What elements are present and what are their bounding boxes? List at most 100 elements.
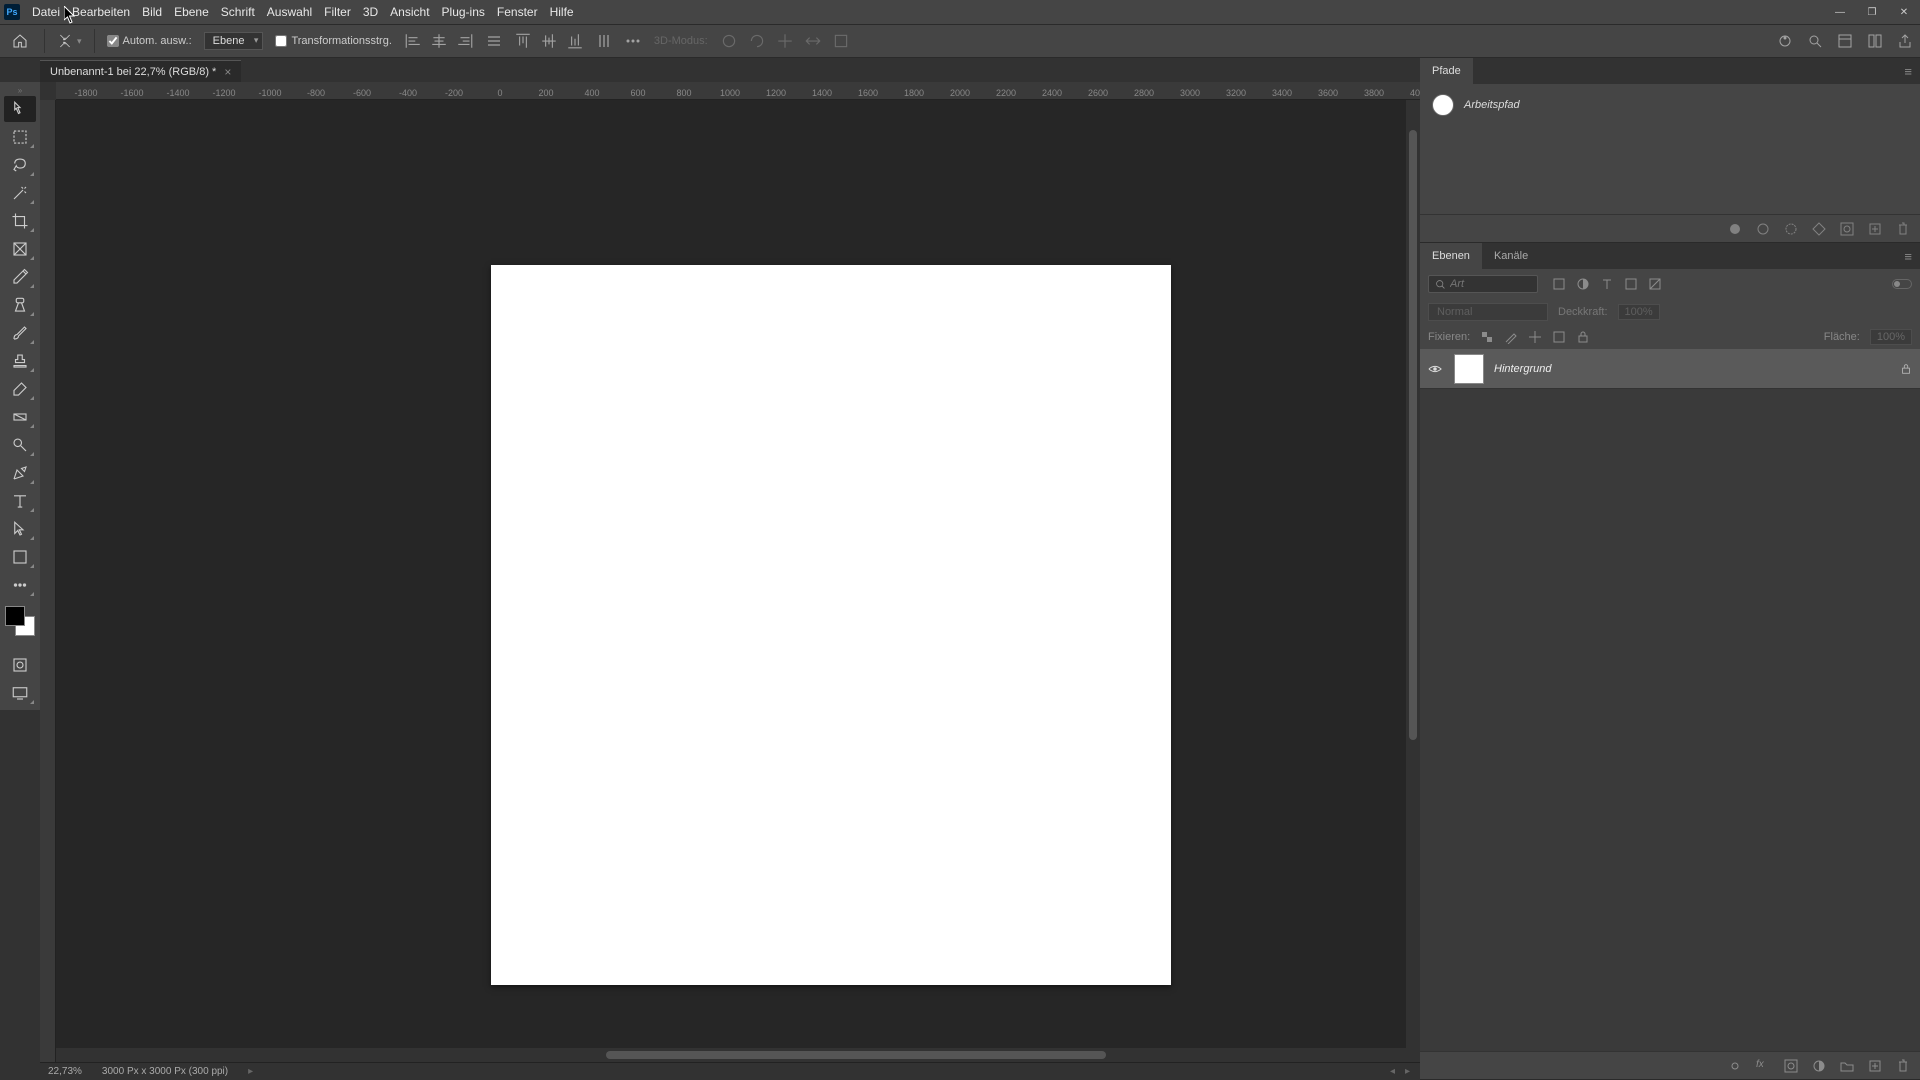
filter-adjust-icon[interactable] xyxy=(1576,277,1590,291)
layer-search-input[interactable] xyxy=(1450,278,1520,290)
tab-paths[interactable]: Pfade xyxy=(1420,58,1473,84)
opacity-value[interactable]: 100% xyxy=(1618,304,1660,320)
foreground-color-swatch[interactable] xyxy=(5,606,25,626)
lock-artboard-icon[interactable] xyxy=(1552,330,1566,344)
menu-bearbeiten[interactable]: Bearbeiten xyxy=(66,0,136,24)
menu-hilfe[interactable]: Hilfe xyxy=(544,0,580,24)
transform-controls-checkbox[interactable]: Transformationsstrg. xyxy=(275,35,391,47)
pen-tool[interactable] xyxy=(4,460,36,486)
blend-mode-dropdown[interactable]: Normal xyxy=(1428,303,1548,321)
tab-layers[interactable]: Ebenen xyxy=(1420,243,1482,269)
home-button[interactable] xyxy=(8,29,32,53)
filter-shape-icon[interactable] xyxy=(1624,277,1638,291)
menu-filter[interactable]: Filter xyxy=(318,0,357,24)
brush-tool[interactable] xyxy=(4,320,36,346)
next-icon[interactable]: ▸ xyxy=(1405,1066,1410,1077)
layer-list[interactable]: Hintergrund xyxy=(1420,349,1920,1051)
scrollbar-vertical[interactable] xyxy=(1406,100,1420,1048)
crop-tool[interactable] xyxy=(4,208,36,234)
type-tool[interactable] xyxy=(4,488,36,514)
layer-fx-icon[interactable]: fx xyxy=(1756,1059,1770,1073)
gradient-tool[interactable] xyxy=(4,404,36,430)
canvas-viewport[interactable] xyxy=(56,100,1420,1062)
fill-value[interactable]: 100% xyxy=(1870,329,1912,345)
align-left-icon[interactable] xyxy=(404,32,422,50)
filter-smart-icon[interactable] xyxy=(1648,277,1662,291)
menu-bild[interactable]: Bild xyxy=(136,0,168,24)
path-to-selection-icon[interactable] xyxy=(1784,222,1798,236)
dodge-tool[interactable] xyxy=(4,432,36,458)
cloud-docs-icon[interactable] xyxy=(1776,32,1794,50)
menu-schrift[interactable]: Schrift xyxy=(215,0,261,24)
auto-select-target-dropdown[interactable]: Ebene xyxy=(204,32,264,50)
new-group-icon[interactable] xyxy=(1840,1059,1854,1073)
color-swatch[interactable] xyxy=(5,606,35,636)
heal-tool[interactable] xyxy=(4,292,36,318)
more-align-options-icon[interactable] xyxy=(624,32,642,50)
marquee-tool[interactable] xyxy=(4,124,36,150)
layer-visibility-icon[interactable] xyxy=(1428,362,1444,376)
workspace-switcher-icon[interactable] xyxy=(1866,32,1884,50)
lock-pixels-icon[interactable] xyxy=(1504,330,1518,344)
layer-name[interactable]: Hintergrund xyxy=(1494,363,1551,375)
search-icon[interactable] xyxy=(1806,32,1824,50)
lock-transparency-icon[interactable] xyxy=(1480,330,1494,344)
align-right-icon[interactable] xyxy=(456,32,474,50)
arrange-docs-icon[interactable] xyxy=(1836,32,1854,50)
shape-tool[interactable] xyxy=(4,544,36,570)
align-top-icon[interactable] xyxy=(514,32,532,50)
align-middle-icon[interactable] xyxy=(540,32,558,50)
align-center-h-icon[interactable] xyxy=(430,32,448,50)
menu-ansicht[interactable]: Ansicht xyxy=(384,0,435,24)
distribute-v-icon[interactable] xyxy=(596,33,612,49)
document-tab-close-icon[interactable]: × xyxy=(224,65,231,79)
layer-item[interactable]: Hintergrund xyxy=(1420,349,1920,389)
filter-toggle[interactable] xyxy=(1892,279,1912,289)
canvas[interactable] xyxy=(491,265,1171,985)
path-item[interactable]: Arbeitspfad xyxy=(1426,90,1914,120)
add-mask-icon[interactable] xyxy=(1840,222,1854,236)
lock-position-icon[interactable] xyxy=(1528,330,1542,344)
layer-lock-icon[interactable] xyxy=(1900,363,1912,375)
delete-path-icon[interactable] xyxy=(1896,222,1910,236)
window-maximize-button[interactable]: ❐ xyxy=(1856,0,1888,24)
menu-auswahl[interactable]: Auswahl xyxy=(261,0,318,24)
fill-path-icon[interactable] xyxy=(1728,222,1742,236)
menu-ebene[interactable]: Ebene xyxy=(168,0,215,24)
layer-search[interactable] xyxy=(1428,275,1538,293)
document-dimensions[interactable]: 3000 Px x 3000 Px (300 ppi) xyxy=(102,1066,228,1077)
path-select-tool[interactable] xyxy=(4,516,36,542)
stamp-tool[interactable] xyxy=(4,348,36,374)
link-layers-icon[interactable] xyxy=(1728,1059,1742,1073)
zoom-level[interactable]: 22,73% xyxy=(48,1066,82,1077)
layers-panel-menu-icon[interactable]: ≡ xyxy=(1896,249,1920,264)
add-mask-icon[interactable] xyxy=(1784,1059,1798,1073)
scrollbar-horizontal[interactable] xyxy=(56,1048,1420,1062)
lasso-tool[interactable] xyxy=(4,152,36,178)
prev-icon[interactable]: ◂ xyxy=(1390,1066,1395,1077)
selection-to-path-icon[interactable] xyxy=(1812,222,1826,236)
adjustment-layer-icon[interactable] xyxy=(1812,1059,1826,1073)
new-layer-icon[interactable] xyxy=(1868,1059,1882,1073)
align-bottom-icon[interactable] xyxy=(566,32,584,50)
quick-mask-icon[interactable] xyxy=(4,652,36,678)
new-path-icon[interactable] xyxy=(1868,222,1882,236)
window-minimize-button[interactable]: — xyxy=(1824,0,1856,24)
more-tools-icon[interactable] xyxy=(4,572,36,598)
filter-pixel-icon[interactable] xyxy=(1552,277,1566,291)
screen-mode-icon[interactable] xyxy=(4,680,36,706)
menu-3d[interactable]: 3D xyxy=(357,0,384,24)
eyedropper-tool[interactable] xyxy=(4,264,36,290)
tab-channels[interactable]: Kanäle xyxy=(1482,243,1540,269)
layer-thumbnail[interactable] xyxy=(1454,354,1484,384)
ruler-vertical[interactable] xyxy=(40,100,56,1062)
menu-datei[interactable]: Datei xyxy=(26,0,66,24)
filter-type-icon[interactable] xyxy=(1600,277,1614,291)
current-tool-indicator[interactable]: ▾ xyxy=(57,33,82,49)
auto-select-checkbox[interactable]: Autom. ausw.: xyxy=(107,35,192,47)
eraser-tool[interactable] xyxy=(4,376,36,402)
frame-tool[interactable] xyxy=(4,236,36,262)
paths-panel-menu-icon[interactable]: ≡ xyxy=(1896,64,1920,79)
document-tab[interactable]: Unbenannt-1 bei 22,7% (RGB/8) * × xyxy=(40,60,241,82)
ruler-horizontal[interactable]: -1800-1600-1400-1200-1000-800-600-400-20… xyxy=(56,82,1420,100)
